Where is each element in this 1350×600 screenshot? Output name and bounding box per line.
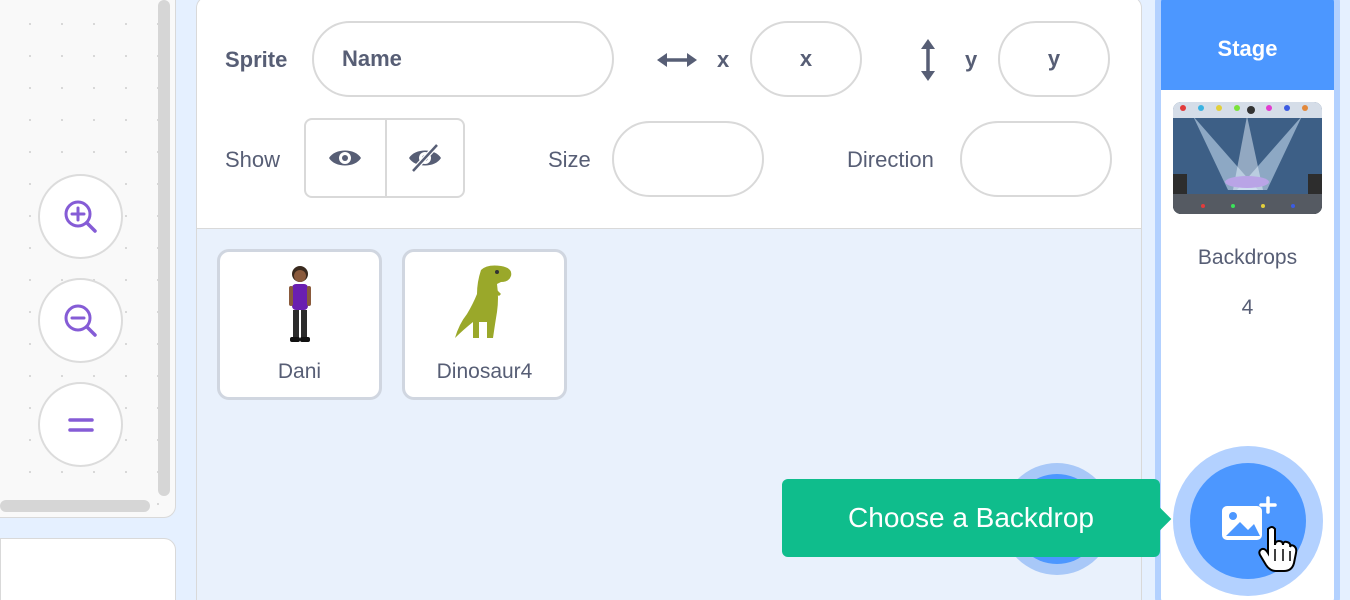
horizontal-arrows-icon: [657, 45, 697, 75]
tooltip-text: Choose a Backdrop: [848, 502, 1094, 533]
choose-backdrop-tooltip: Choose a Backdrop: [782, 479, 1172, 557]
sprite-name-input[interactable]: Name: [312, 21, 614, 97]
x-placeholder: x: [799, 46, 813, 71]
sprite-name: Dani: [277, 360, 322, 383]
sprite-thumbnail: [405, 264, 564, 344]
stage-title: Stage: [1217, 36, 1278, 61]
x-input[interactable]: x: [750, 21, 862, 97]
show-label: Show: [225, 147, 281, 172]
sprite-info-panel: Sprite Name x x y y Show Size Direction: [197, 0, 1141, 229]
sprite-tile-dinosaur4[interactable]: Dinosaur4: [402, 249, 567, 400]
horizontal-scrollbar[interactable]: [0, 500, 150, 512]
zoom-in-button[interactable]: [38, 174, 123, 259]
vertical-arrows-icon: [913, 37, 943, 83]
hand-cursor-icon: [1258, 526, 1298, 572]
stage-header: Stage: [1161, 0, 1334, 90]
backdrops-label: Backdrops: [1197, 246, 1298, 269]
sprite-thumbnail: [220, 264, 379, 344]
backpack-panel: [0, 538, 176, 600]
sprite-label: Sprite: [225, 47, 288, 72]
direction-label: Direction: [847, 147, 934, 172]
zoom-reset-button[interactable]: [38, 382, 123, 467]
direction-input[interactable]: [960, 121, 1112, 197]
dinosaur-sprite-icon: [454, 265, 511, 338]
sprite-name: Dinosaur4: [436, 360, 533, 383]
sprite-tile-dani[interactable]: Dani: [217, 249, 382, 400]
sprite-name-placeholder: Name: [342, 46, 402, 71]
backdrops-count: 4: [1241, 296, 1254, 319]
size-label: Size: [548, 147, 591, 172]
stage-thumbnail: [1173, 102, 1322, 214]
y-placeholder: y: [1047, 46, 1061, 71]
size-input[interactable]: [612, 121, 764, 197]
dani-sprite-icon: [288, 266, 311, 342]
visibility-toggle: [304, 118, 465, 198]
zoom-in-icon: [64, 200, 97, 233]
eye-icon: [329, 150, 362, 166]
show-sprite-button[interactable]: [306, 120, 385, 196]
choose-backdrop-button[interactable]: [1173, 446, 1323, 596]
code-workspace[interactable]: [0, 0, 176, 518]
y-label: y: [965, 47, 978, 72]
eye-hidden-icon: [408, 143, 441, 173]
zoom-out-icon: [64, 304, 97, 337]
y-input[interactable]: y: [998, 21, 1110, 97]
vertical-scrollbar[interactable]: [158, 0, 170, 496]
equals-icon: [67, 417, 94, 432]
hide-sprite-button[interactable]: [384, 120, 464, 196]
concert-backdrop-image: [1173, 102, 1322, 214]
zoom-out-button[interactable]: [38, 278, 123, 363]
x-label: x: [717, 47, 730, 72]
choose-backdrop-button-core: [1190, 463, 1306, 579]
